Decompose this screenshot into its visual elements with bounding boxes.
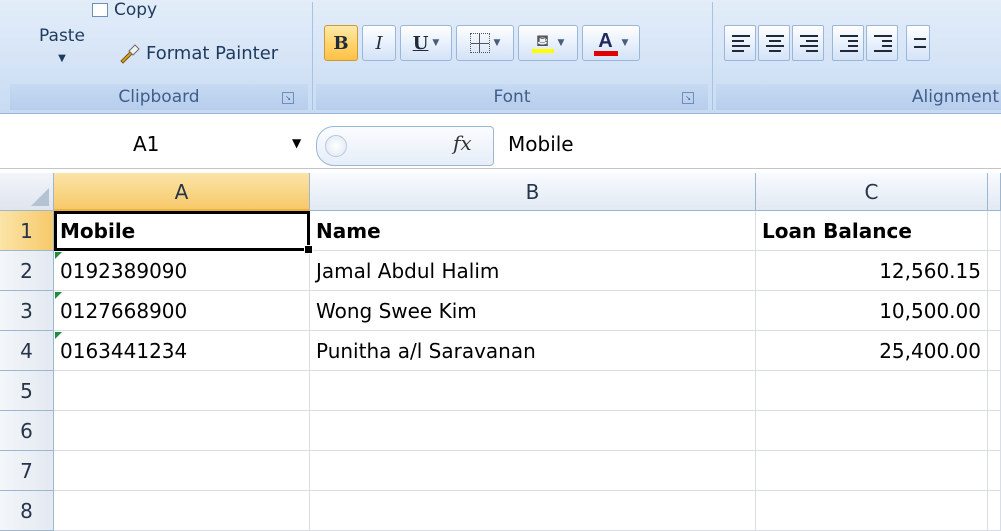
fill-color-icon: ⛾ xyxy=(531,33,554,53)
cell-a4[interactable]: 0163441234 xyxy=(54,331,310,371)
copy-icon xyxy=(92,3,108,17)
alignment-toolbar xyxy=(724,22,930,64)
row-header-3[interactable]: 3 xyxy=(0,291,54,331)
font-color-icon: A xyxy=(593,29,618,56)
borders-button[interactable]: ▼ xyxy=(456,25,514,61)
row-header-1[interactable]: 1 xyxy=(0,211,54,251)
decrease-indent-button[interactable] xyxy=(832,25,864,61)
align-right-button[interactable] xyxy=(792,25,824,61)
cell-d1[interactable] xyxy=(988,211,1001,251)
chevron-down-icon: ▼ xyxy=(621,38,629,48)
cell-a5[interactable] xyxy=(54,371,310,411)
increase-indent-button[interactable] xyxy=(866,25,898,61)
cell-b7[interactable] xyxy=(310,451,756,491)
chevron-down-icon[interactable]: ▼ xyxy=(58,53,66,64)
cell-c3[interactable]: 10,500.00 xyxy=(756,291,988,331)
cell-a2[interactable]: 0192389090 xyxy=(54,251,310,291)
cell-b1[interactable]: Name xyxy=(310,211,756,251)
cell-b2[interactable]: Jamal Abdul Halim xyxy=(310,251,756,291)
fill-handle[interactable] xyxy=(304,245,313,254)
cell-a3[interactable]: 0127668900 xyxy=(54,291,310,331)
clipboard-dialog-launcher-icon[interactable]: ↘ xyxy=(282,92,294,104)
cell-d5[interactable] xyxy=(988,371,1001,411)
chevron-down-icon: ▼ xyxy=(493,38,501,48)
format-painter-label: Format Painter xyxy=(146,42,279,64)
format-painter-icon xyxy=(120,44,140,64)
cell-c2[interactable]: 12,560.15 xyxy=(756,251,988,291)
font-color-button[interactable]: A ▼ xyxy=(582,25,640,61)
fill-color-button[interactable]: ⛾ ▼ xyxy=(518,25,578,61)
cell-a8[interactable] xyxy=(54,491,310,531)
clipboard-group: Paste ▼ Copy Format Painter Clipboard ↘ xyxy=(10,0,308,113)
bold-button[interactable]: B xyxy=(324,25,358,61)
column-header-c[interactable]: C xyxy=(756,173,988,211)
row-header-2[interactable]: 2 xyxy=(0,251,54,291)
name-box-value: A1 xyxy=(133,132,160,156)
cell-b3[interactable]: Wong Swee Kim xyxy=(310,291,756,331)
circle-icon[interactable] xyxy=(325,135,347,157)
name-box[interactable]: A1 ▼ xyxy=(0,122,316,168)
align-center-button[interactable] xyxy=(758,25,790,61)
row-header-8[interactable]: 8 xyxy=(0,491,54,531)
select-all-button[interactable] xyxy=(0,173,54,211)
formula-bar: A1 ▼ fx Mobile xyxy=(0,122,1001,169)
formula-buttons: fx xyxy=(316,126,494,166)
cell-c1[interactable]: Loan Balance xyxy=(756,211,988,251)
cell-a7[interactable] xyxy=(54,451,310,491)
cell-c4[interactable]: 25,400.00 xyxy=(756,331,988,371)
cell-c5[interactable] xyxy=(756,371,988,411)
font-group-label: Font xyxy=(316,84,708,110)
cell-b6[interactable] xyxy=(310,411,756,451)
chevron-down-icon: ▼ xyxy=(557,38,565,48)
cell-d2[interactable] xyxy=(988,251,1001,291)
row-header-4[interactable]: 4 xyxy=(0,331,54,371)
row-header-5[interactable]: 5 xyxy=(0,371,54,411)
row-header-7[interactable]: 7 xyxy=(0,451,54,491)
underline-button[interactable]: U ▼ xyxy=(400,25,452,61)
cell-d8[interactable] xyxy=(988,491,1001,531)
cell-c7[interactable] xyxy=(756,451,988,491)
font-dialog-launcher-icon[interactable]: ↘ xyxy=(682,92,694,104)
cell-d4[interactable] xyxy=(988,331,1001,371)
alignment-group-label: Alignment xyxy=(716,84,1001,110)
cell-d6[interactable] xyxy=(988,411,1001,451)
format-painter-button[interactable]: Format Painter xyxy=(118,42,278,64)
paste-label: Paste xyxy=(39,26,85,46)
spreadsheet-grid: A B C 1 Mobile Name Loan Balance 2 0192389090 Jam… xyxy=(0,173,1001,531)
row-header-6[interactable]: 6 xyxy=(0,411,54,451)
chevron-down-icon[interactable]: ▼ xyxy=(292,136,301,150)
group-divider xyxy=(312,2,313,110)
insert-function-icon[interactable]: fx xyxy=(453,131,472,155)
group-divider xyxy=(712,2,713,110)
cell-d7[interactable] xyxy=(988,451,1001,491)
cell-a6[interactable] xyxy=(54,411,310,451)
cell-c8[interactable] xyxy=(756,491,988,531)
font-color-glyph: A xyxy=(598,29,613,52)
cell-d3[interactable] xyxy=(988,291,1001,331)
paste-button[interactable]: Paste ▼ xyxy=(32,14,92,74)
column-header-a[interactable]: A xyxy=(54,173,310,211)
copy-button[interactable]: Copy xyxy=(92,0,157,18)
copy-label: Copy xyxy=(114,0,158,18)
column-header-d[interactable] xyxy=(988,173,1001,211)
ribbon: Paste ▼ Copy Format Painter Clipboard ↘ … xyxy=(0,0,1001,114)
font-toolbar: B I U ▼ ▼ ⛾ ▼ A ▼ xyxy=(324,22,640,64)
underline-glyph: U xyxy=(412,32,429,54)
column-header-b[interactable]: B xyxy=(310,173,756,211)
cell-b4[interactable]: Punitha a/l Saravanan xyxy=(310,331,756,371)
cell-c6[interactable] xyxy=(756,411,988,451)
formula-input[interactable]: Mobile xyxy=(508,132,574,156)
cell-b5[interactable] xyxy=(310,371,756,411)
align-left-button[interactable] xyxy=(724,25,756,61)
borders-icon xyxy=(469,33,490,53)
italic-button[interactable]: I xyxy=(362,25,396,61)
chevron-down-icon: ▼ xyxy=(432,38,440,48)
cell-b8[interactable] xyxy=(310,491,756,531)
cell-a1[interactable]: Mobile xyxy=(54,211,310,251)
wrap-text-button[interactable] xyxy=(906,25,930,61)
clipboard-group-label: Clipboard xyxy=(10,84,308,110)
